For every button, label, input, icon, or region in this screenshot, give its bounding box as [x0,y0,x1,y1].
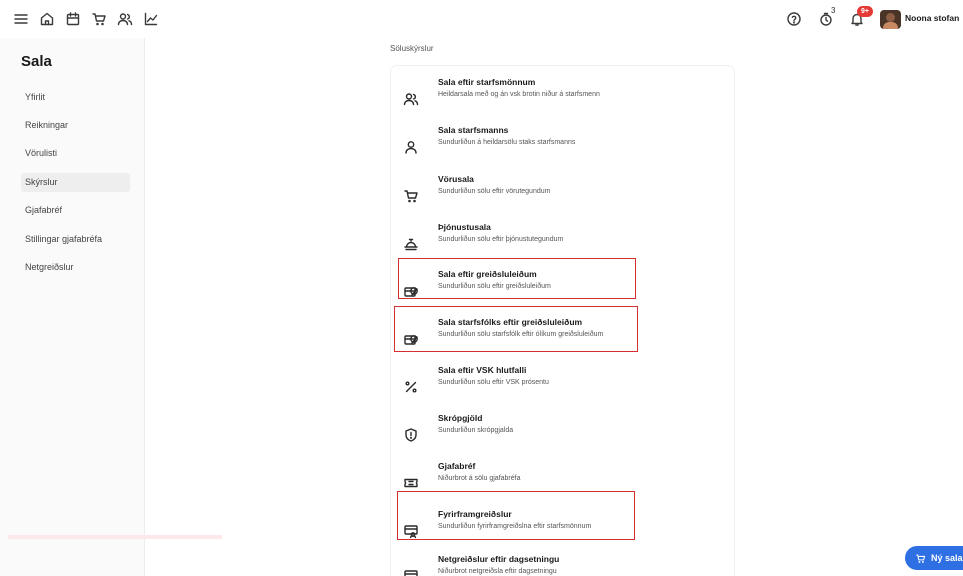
service-icon [403,236,419,252]
report-desc: Sundurliðun á heildarsölu staks starfsma… [438,139,576,146]
report-desc: Sundurliðun skrópgjalda [438,427,514,434]
report-fyrirframgreidslur[interactable]: Fyrirframgreiðslur Sundurliðun fyrirfram… [391,509,734,549]
report-sala-eftir-greidsluleidum[interactable]: Sala eftir greiðsluleiðum Sundurliðun sö… [391,269,734,309]
calendar-icon[interactable] [64,10,82,28]
sidebar-item-vorulisti[interactable]: Vörulisti [21,144,130,163]
new-sale-button[interactable]: Ný sala [905,546,963,570]
report-desc: Sundurliðun sölu eftir VSK prósentu [438,379,549,386]
report-title: Sala starfsmanns [438,125,509,135]
home-icon[interactable] [38,10,56,28]
sidebar-item-stillingar-gjafabrefa[interactable]: Stillingar gjafabréfa [21,230,130,249]
bell-icon[interactable]: 9+ [848,6,873,28]
report-vorusala[interactable]: Vörusala Sundurliðun sölu eftir vörutegu… [391,174,734,214]
shield-alert-icon [403,427,419,443]
top-bar: 3 9+ Noona stofan [0,0,963,38]
report-sala-starfsmanns[interactable]: Sala starfsmanns Sundurliðun á heildarsö… [391,125,734,165]
report-title: Vörusala [438,174,474,184]
report-desc: Sundurliðun sölu starfsfólk eftir ólíkum… [438,331,604,338]
report-desc: Heildarsala með og án vsk brotin niður á… [438,91,600,98]
report-thjonustusala[interactable]: Þjónustusala Sundurliðun sölu eftir þjón… [391,222,734,262]
payment-method-icon [403,283,419,299]
report-title: Sala eftir greiðsluleiðum [438,269,537,279]
report-desc: Niðurbrot netgreiðsla eftir dagsetningu [438,568,557,575]
report-title: Skrópgjöld [438,413,483,423]
report-title: Sala eftir VSK hlutfalli [438,365,527,375]
users-icon [403,91,419,107]
sidebar-item-skyrslur[interactable]: Skýrslur [21,173,130,192]
ticket-icon [403,475,419,491]
report-title: Sala starfsfólks eftir greiðsluleiðum [438,317,583,327]
report-sala-starfsfolks-eftir-greidsluleidum[interactable]: Sala starfsfólks eftir greiðsluleiðum Su… [391,317,734,357]
report-title: Fyrirframgreiðslur [438,509,512,519]
sidebar-item-reikningar[interactable]: Reikningar [21,116,130,135]
section-label: Söluskýrslur [390,44,434,53]
report-desc: Sundurliðun sölu eftir greiðsluleiðum [438,283,551,290]
report-netgreidslur-eftir-dagsetningu[interactable]: Netgreiðslur eftir dagsetningu Niðurbrot… [391,554,734,576]
report-title: Þjónustusala [438,222,491,232]
percent-icon [403,379,419,395]
report-sala-eftir-vsk-hlutfalli[interactable]: Sala eftir VSK hlutfalli Sundurliðun söl… [391,365,734,405]
reports-list: Sala eftir starfsmönnum Heildarsala með … [391,66,734,576]
report-gjafabref[interactable]: Gjafabréf Niðurbrot á sölu gjafabréfa [391,461,734,501]
notification-badge: 9+ [857,6,873,17]
cart-icon [403,188,419,204]
timer-icon[interactable]: 3 [818,6,836,28]
timer-badge: 3 [831,6,836,15]
payment-method-icon [403,331,419,347]
report-title: Gjafabréf [438,461,476,471]
users-icon[interactable] [116,10,134,28]
online-payment-icon [403,568,419,576]
sidebar-item-yfirlit[interactable]: Yfirlit [21,88,130,107]
cart-icon[interactable] [90,10,108,28]
report-desc: Niðurbrot á sölu gjafabréfa [438,475,521,482]
sidebar-footer-strip [8,535,222,539]
chart-icon[interactable] [142,10,160,28]
report-sala-eftir-starfsmonnum[interactable]: Sala eftir starfsmönnum Heildarsala með … [391,77,734,117]
new-sale-label: Ný sala [931,553,963,563]
menu-icon[interactable] [12,10,30,28]
help-icon[interactable] [785,10,803,28]
user-icon [403,139,419,155]
user-name[interactable]: Noona stofan [905,13,959,23]
report-title: Netgreiðslur eftir dagsetningu [438,554,560,564]
report-skropgjold[interactable]: Skrópgjöld Sundurliðun skrópgjalda [391,413,734,453]
avatar[interactable] [880,10,901,29]
prepayment-icon [403,523,419,539]
report-title: Sala eftir starfsmönnum [438,77,536,87]
report-desc: Sundurliðun sölu eftir þjónustutegundum [438,236,564,243]
sidebar: Sala Yfirlit Reikningar Vörulisti Skýrsl… [0,38,145,576]
cart-icon [916,554,926,563]
sidebar-title: Sala [21,53,52,70]
sidebar-item-gjafabref[interactable]: Gjafabréf [21,201,130,220]
report-desc: Sundurliðun sölu eftir vörutegundum [438,188,551,195]
sidebar-item-netgreidslur[interactable]: Netgreiðslur [21,258,130,277]
report-desc: Sundurliðun fyrirframgreiðslna eftir sta… [438,523,592,530]
